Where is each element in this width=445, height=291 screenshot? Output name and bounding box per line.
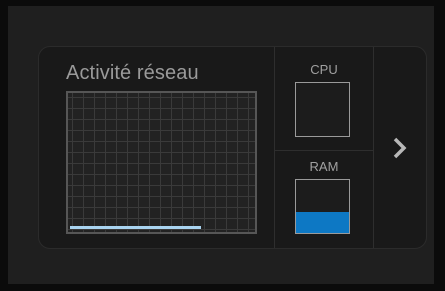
panel-divider [274,47,275,248]
cpu-meter [295,82,350,137]
network-traffic-line [70,226,201,229]
desktop-background: Activité réseau CPU RAM [8,6,434,284]
meter-divider [275,150,373,151]
cpu-label: CPU [310,62,338,77]
ram-meter-fill [296,211,349,233]
network-activity-panel: Activité réseau [39,47,274,248]
next-button[interactable] [374,47,426,248]
network-activity-title: Activité réseau [66,62,199,84]
ram-label: RAM [309,159,339,174]
system-monitor-widget: Activité réseau CPU RAM [38,46,427,249]
chevron-right-icon [393,137,407,158]
ram-meter [295,179,350,234]
network-activity-graph [66,91,257,234]
